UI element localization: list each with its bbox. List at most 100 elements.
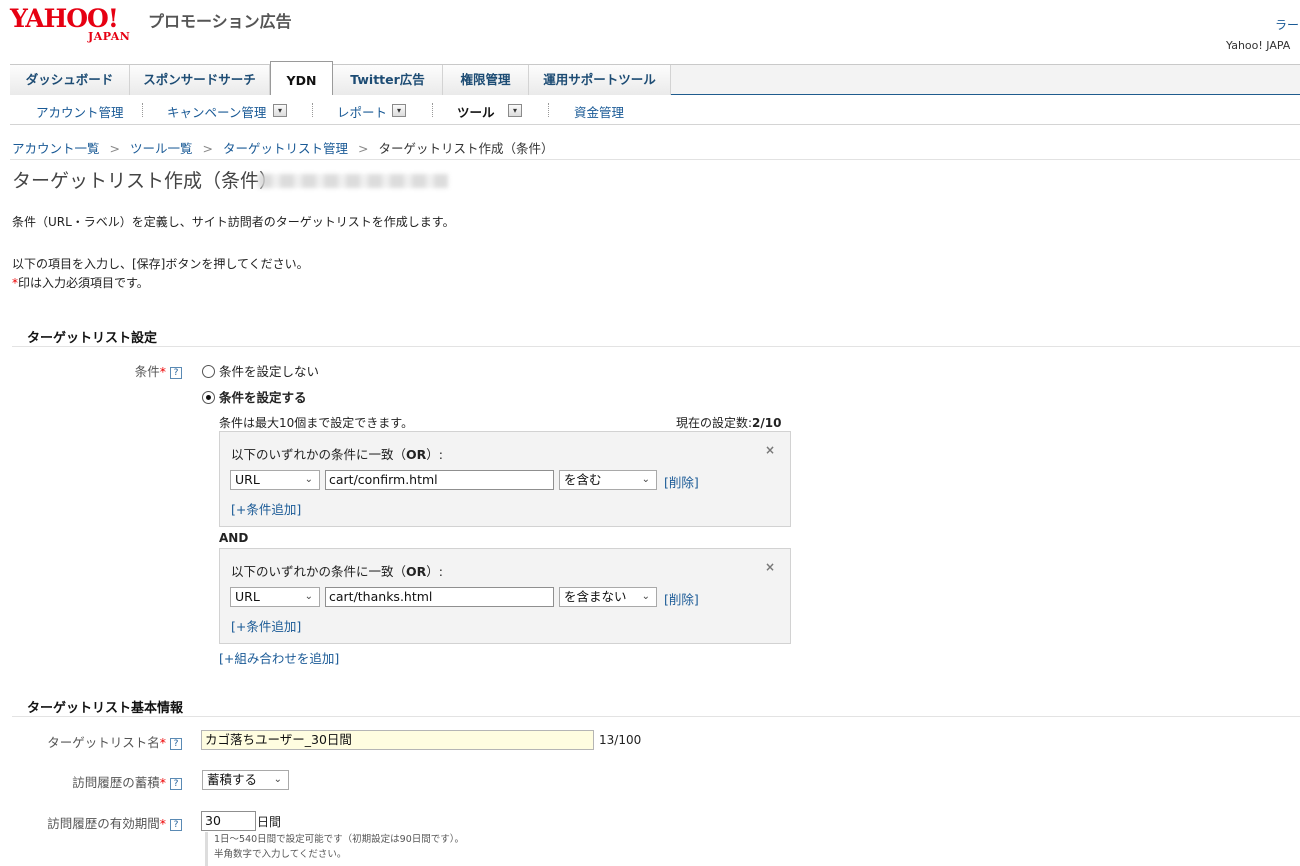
condition-operator-select[interactable]: を含む ⌄ <box>559 470 657 490</box>
radio-no-condition-label: 条件を設定しない <box>219 364 320 379</box>
section-basic-info: ターゲットリスト基本情報 <box>12 697 1300 717</box>
breadcrumb-account-list[interactable]: アカウント一覧 <box>12 141 100 156</box>
section-target-list-settings: ターゲットリスト設定 <box>12 327 1300 347</box>
breadcrumb-current: ターゲットリスト作成（条件） <box>378 141 554 156</box>
condition-group-title: 以下のいずれかの条件に一致（OR）: <box>231 561 443 580</box>
tab-permissions[interactable]: 権限管理 <box>443 65 529 95</box>
chevron-down-icon: ⌄ <box>304 591 313 602</box>
period-help-note: 1日～540日間で設定可能です（初期設定は90日間です）。 半角数字で入力してく… <box>205 832 605 866</box>
required-star: * <box>159 735 166 750</box>
group-title-or: OR <box>406 447 427 462</box>
condition-field-select[interactable]: URL ⌄ <box>230 470 320 490</box>
sub-nav: アカウント管理 キャンペーン管理 ▾ レポート ▾ ツール ▾ 資金管理 <box>10 95 1300 125</box>
list-name-label: ターゲットリスト名 <box>47 735 160 750</box>
radio-set-condition-label: 条件を設定する <box>219 390 307 405</box>
yahoo-japan-logo[interactable]: YAHOO! JAPAN <box>10 4 150 43</box>
breadcrumb-separator: > <box>358 141 369 156</box>
condition-label-row: 条件*? <box>0 361 182 380</box>
page-title: ターゲットリスト作成（条件） <box>12 170 279 192</box>
breadcrumb-divider <box>10 159 1300 160</box>
subnav-tools[interactable]: ツール <box>457 102 495 121</box>
subnav-funds-management[interactable]: 資金管理 <box>574 102 624 121</box>
service-name: プロモーション広告 <box>148 12 292 31</box>
radio-no-condition[interactable]: 条件を設定しない <box>202 361 319 380</box>
tools-dropdown-icon[interactable]: ▾ <box>508 104 522 117</box>
subnav-separator <box>142 103 143 117</box>
condition-value-input[interactable]: cart/confirm.html <box>325 470 554 490</box>
subnav-report[interactable]: レポート <box>337 102 387 121</box>
subnav-separator <box>312 103 313 117</box>
condition-operator-select[interactable]: を含まない ⌄ <box>559 587 657 607</box>
tab-ydn[interactable]: YDN <box>270 61 333 96</box>
chevron-down-icon: ⌄ <box>641 474 650 485</box>
group-title-prefix: 以下のいずれかの条件に一致（ <box>231 564 407 579</box>
report-dropdown-icon[interactable]: ▾ <box>392 104 406 117</box>
add-combination-link[interactable]: [+組み合わせを追加] <box>219 648 339 667</box>
main-tabs: ダッシュボード スポンサードサーチ YDN Twitter広告 権限管理 運用サ… <box>10 61 1300 96</box>
max-conditions-note: 条件は最大10個まで設定できます。 <box>219 416 414 430</box>
breadcrumb-separator: > <box>202 141 213 156</box>
chevron-down-icon: ⌄ <box>273 774 282 785</box>
subnav-campaign-management[interactable]: キャンペーン管理 <box>167 102 266 121</box>
chevron-down-icon: ⌄ <box>641 591 650 602</box>
condition-value-input[interactable]: cart/thanks.html <box>325 587 554 607</box>
subnav-separator <box>548 103 549 117</box>
redacted-account-name <box>258 174 448 188</box>
tab-sponsored-search[interactable]: スポンサードサーチ <box>130 65 270 95</box>
condition-field-select[interactable]: URL ⌄ <box>230 587 320 607</box>
help-icon[interactable]: ? <box>170 777 182 790</box>
tab-support-tools[interactable]: 運用サポートツール <box>529 65 671 95</box>
subnav-account-management[interactable]: アカウント管理 <box>36 102 124 121</box>
help-icon[interactable]: ? <box>170 737 182 750</box>
period-note-2: 半角数字で入力してください。 <box>214 849 347 860</box>
required-star: * <box>159 775 166 790</box>
breadcrumb-tool-list[interactable]: ツール一覧 <box>130 141 193 156</box>
tab-dashboard[interactable]: ダッシュボード <box>10 65 130 95</box>
period-note-1: 1日～540日間で設定可能です（初期設定は90日間です）。 <box>214 834 465 845</box>
accumulate-label-row: 訪問履歴の蓄積*? <box>0 772 182 791</box>
breadcrumb-separator: > <box>109 141 120 156</box>
tab-twitter-ads[interactable]: Twitter広告 <box>333 65 443 95</box>
condition-operator-value: を含む <box>564 472 602 487</box>
condition-group-title: 以下のいずれかの条件に一致（OR）: <box>231 444 443 463</box>
remove-group-icon[interactable]: × <box>765 560 775 574</box>
condition-count: 現在の設定数:2/10 <box>676 414 781 431</box>
period-input[interactable]: 30 <box>201 811 256 831</box>
remove-group-icon[interactable]: × <box>765 443 775 457</box>
required-note: *印は入力必須項目です。 <box>12 274 149 291</box>
page-description: 条件（URL・ラベル）を定義し、サイト訪問者のターゲットリストを作成します。 <box>12 215 455 229</box>
brand-right: Yahoo! JAPA <box>1226 39 1291 52</box>
page-instruction: 以下の項目を入力し、[保存]ボタンを押してください。 <box>12 257 309 271</box>
add-condition-link[interactable]: [+条件追加] <box>231 499 301 518</box>
delete-condition-link[interactable]: [削除] <box>664 472 699 491</box>
accumulate-value: 蓄積する <box>207 772 258 787</box>
required-note-text: 印は入力必須項目です。 <box>18 276 149 290</box>
add-condition-link[interactable]: [+条件追加] <box>231 616 301 635</box>
delete-condition-link[interactable]: [削除] <box>664 589 699 608</box>
user-link[interactable]: ラー <box>1275 16 1299 33</box>
breadcrumb-target-list-management[interactable]: ターゲットリスト管理 <box>223 141 348 156</box>
chevron-down-icon: ⌄ <box>304 474 313 485</box>
campaign-dropdown-icon[interactable]: ▾ <box>273 104 287 117</box>
group-title-suffix: ）: <box>426 564 443 579</box>
accumulate-select[interactable]: 蓄積する ⌄ <box>202 770 289 790</box>
period-label: 訪問履歴の有効期間 <box>47 816 160 831</box>
help-icon[interactable]: ? <box>170 366 182 379</box>
help-icon[interactable]: ? <box>170 818 182 831</box>
group-title-prefix: 以下のいずれかの条件に一致（ <box>231 447 407 462</box>
period-label-row: 訪問履歴の有効期間*? <box>0 813 182 832</box>
group-title-suffix: ）: <box>426 447 443 462</box>
header: YAHOO! JAPAN プロモーション広告 ラー Yahoo! JAPA <box>0 0 1300 62</box>
list-name-input[interactable]: カゴ落ちユーザー_30日間 <box>201 730 594 750</box>
radio-set-condition[interactable]: 条件を設定する <box>202 387 307 406</box>
required-star: * <box>159 816 166 831</box>
condition-group-1: 以下のいずれかの条件に一致（OR）: × URL ⌄ cart/confirm.h… <box>219 431 791 527</box>
breadcrumb: アカウント一覧 > ツール一覧 > ターゲットリスト管理 > ターゲットリスト作成（条件） <box>12 138 554 157</box>
and-operator-label: AND <box>219 531 249 545</box>
condition-operator-value: を含まない <box>564 589 627 604</box>
condition-count-label: 現在の設定数: <box>676 416 753 430</box>
radio-button-checked[interactable] <box>202 391 215 404</box>
group-title-or: OR <box>406 564 427 579</box>
condition-field-value: URL <box>235 472 260 487</box>
radio-button[interactable] <box>202 365 215 378</box>
